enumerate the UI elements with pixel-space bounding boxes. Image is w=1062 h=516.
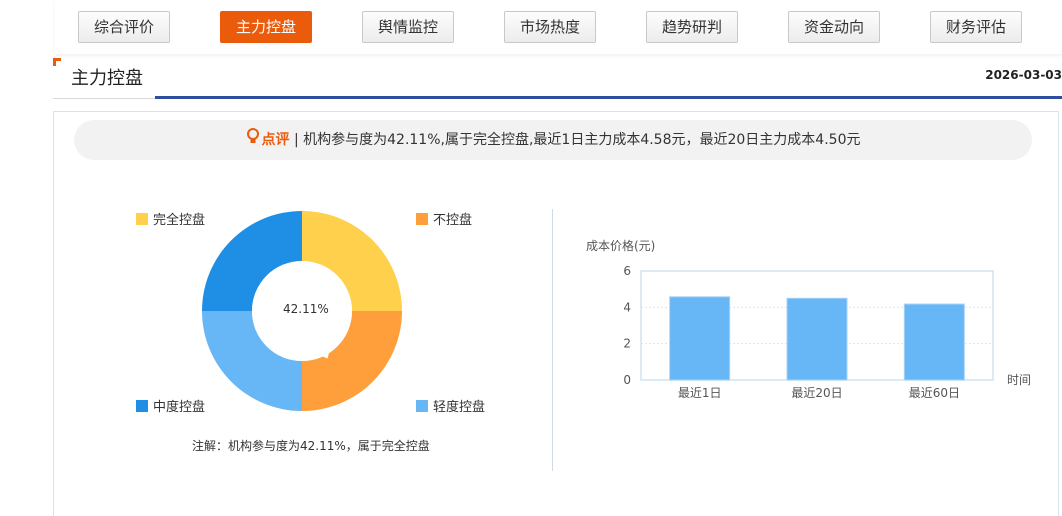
main-control-panel: 点评 | 机构参与度为42.11%,属于完全控盘,最近1日主力成本4.58元，最… bbox=[53, 111, 1059, 516]
legend-swatch bbox=[136, 213, 148, 225]
donut-center-label: 42.11% bbox=[283, 302, 329, 316]
tab-fund-flow[interactable]: 资金动向 bbox=[788, 11, 880, 43]
bar[interactable] bbox=[786, 297, 848, 381]
y-tick-label: 4 bbox=[623, 300, 631, 314]
bar[interactable] bbox=[903, 303, 965, 381]
y-tick-label: 6 bbox=[623, 264, 631, 278]
tab-comprehensive[interactable]: 综合评价 bbox=[78, 11, 170, 43]
bar[interactable] bbox=[669, 296, 731, 381]
x-axis-label: 时间 bbox=[1007, 373, 1031, 387]
comment-text: | 机构参与度为42.11%,属于完全控盘,最近1日主力成本4.58元，最近20… bbox=[289, 132, 861, 148]
legend-swatch bbox=[136, 400, 148, 412]
donut-note: 注解：机构参与度为42.11%，属于完全控盘 bbox=[192, 439, 430, 453]
tab-trend[interactable]: 趋势研判 bbox=[646, 11, 738, 43]
y-tick-label: 2 bbox=[623, 337, 631, 351]
legend-light[interactable]: 轻度控盘 bbox=[416, 396, 485, 415]
comment-bar: 点评 | 机构参与度为42.11%,属于完全控盘,最近1日主力成本4.58元，最… bbox=[74, 120, 1032, 160]
section-title: 主力控盘 bbox=[71, 68, 143, 89]
title-underline bbox=[53, 98, 155, 99]
corner-mark bbox=[53, 58, 61, 66]
legend-swatch bbox=[416, 213, 428, 225]
y-axis-label: 成本价格(元) bbox=[586, 238, 655, 253]
legend-full[interactable]: 完全控盘 bbox=[136, 209, 205, 228]
section-header: 主力控盘 2026-03-03 bbox=[53, 56, 1062, 100]
tab-bar: 综合评价 主力控盘 舆情监控 市场热度 趋势研判 资金动向 财务评估 bbox=[55, 0, 1062, 54]
legend-mid-label: 中度控盘 bbox=[153, 400, 206, 415]
chart-divider bbox=[552, 209, 553, 471]
section-rule bbox=[155, 96, 1062, 99]
comment-label: 点评 bbox=[261, 132, 290, 148]
section-date: 2026-03-03 bbox=[985, 68, 1062, 82]
legend-swatch bbox=[416, 400, 428, 412]
bulb-icon bbox=[246, 120, 260, 160]
legend-full-label: 完全控盘 bbox=[153, 213, 206, 228]
cost-bar-chart: 成本价格(元) 0 2 4 6 最近1日 最近20日 最近60日 时间 bbox=[586, 238, 1031, 400]
tab-main-control[interactable]: 主力控盘 bbox=[220, 11, 312, 43]
y-tick-label: 0 bbox=[623, 373, 631, 387]
x-tick-label: 最近1日 bbox=[678, 386, 722, 400]
legend-none-label: 不控盘 bbox=[433, 213, 473, 228]
legend-mid[interactable]: 中度控盘 bbox=[136, 396, 205, 415]
x-tick-label: 最近20日 bbox=[791, 386, 842, 400]
x-tick-label: 最近60日 bbox=[909, 386, 960, 400]
tab-financial[interactable]: 财务评估 bbox=[930, 11, 1022, 43]
tab-sentiment[interactable]: 舆情监控 bbox=[362, 11, 454, 43]
tab-market-heat[interactable]: 市场热度 bbox=[504, 11, 596, 43]
legend-light-label: 轻度控盘 bbox=[433, 400, 486, 415]
legend-none[interactable]: 不控盘 bbox=[416, 209, 472, 228]
